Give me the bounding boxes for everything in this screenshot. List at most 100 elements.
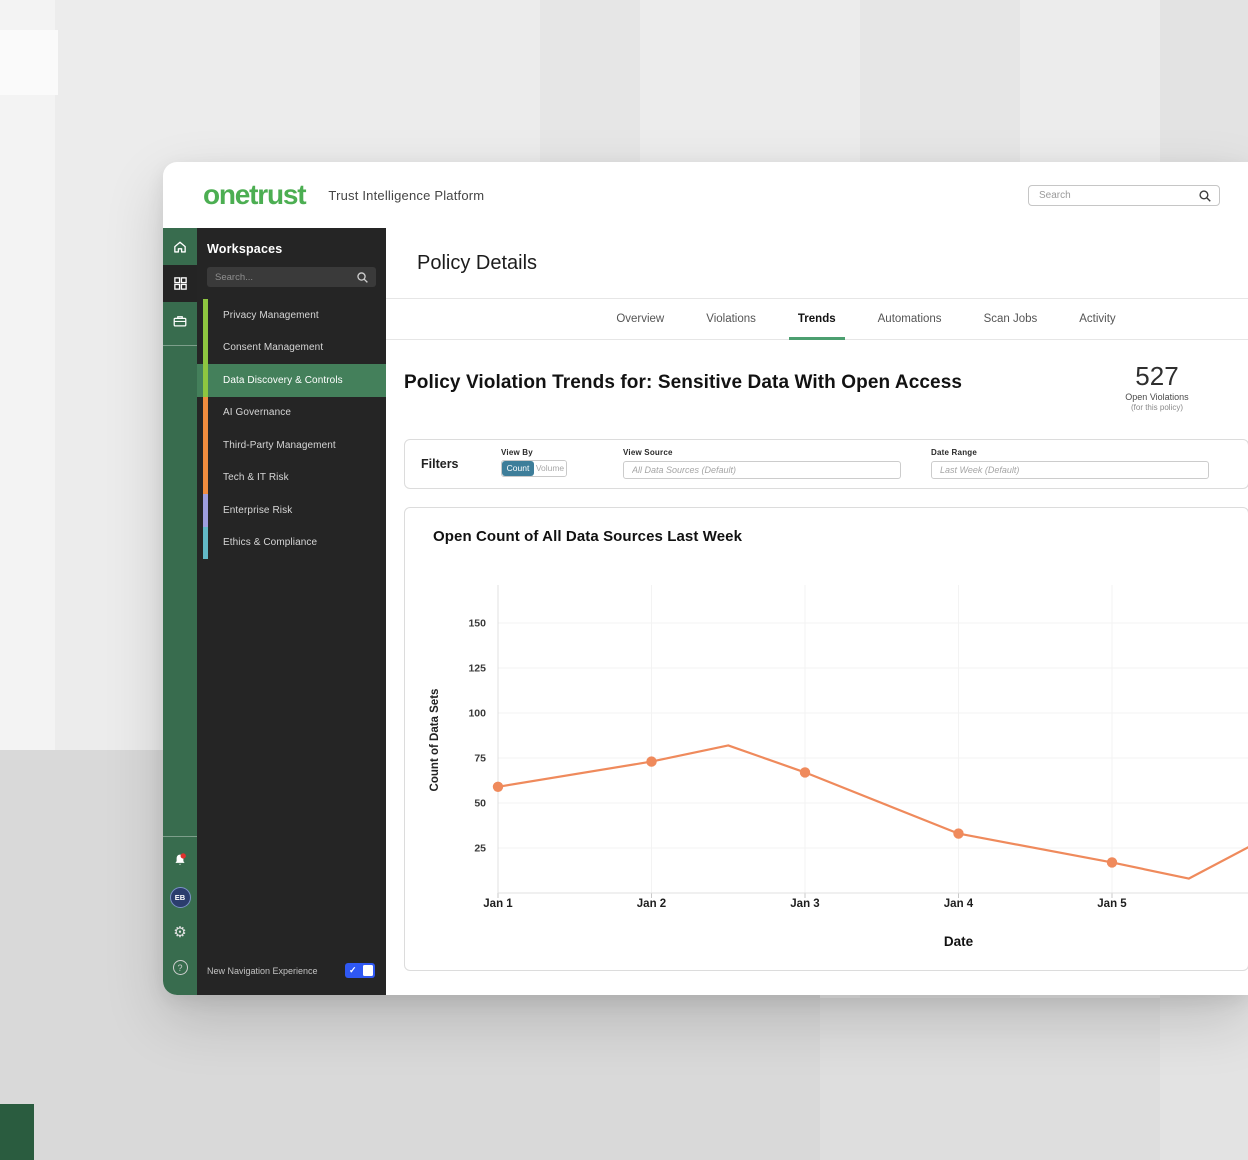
trend-chart-svg: 255075100125150Jan 1Jan 2Jan 3Jan 4Jan 5… — [405, 508, 1248, 970]
sidebar-item-privacy-management[interactable]: Privacy Management — [197, 299, 386, 332]
search-icon — [1198, 189, 1212, 203]
sidebar-item-ethics-compliance[interactable]: Ethics & Compliance — [197, 527, 386, 560]
y-tick-label: 150 — [468, 617, 486, 629]
search-icon — [356, 271, 369, 284]
new-navigation-row: New Navigation Experience ✓ — [207, 963, 375, 978]
background-tile — [0, 30, 58, 95]
workspace-color-bar — [203, 462, 208, 495]
check-icon: ✓ — [349, 966, 363, 975]
filters-bar: Filters View By CountVolume View Source … — [404, 439, 1248, 489]
settings-gear-icon[interactable]: ⚙ — [163, 915, 197, 950]
y-tick-label: 75 — [474, 752, 486, 764]
sidebar-item-ai-governance[interactable]: AI Governance — [197, 397, 386, 430]
y-tick-label: 25 — [474, 842, 486, 854]
help-icon[interactable]: ? — [163, 950, 197, 985]
x-tick-label: Jan 4 — [944, 898, 974, 910]
sidebar-item-third-party-management[interactable]: Third-Party Management — [197, 429, 386, 462]
y-tick-label: 100 — [468, 707, 486, 719]
platform-title: Trust Intelligence Platform — [328, 188, 484, 203]
workspace-color-bar — [203, 494, 208, 527]
workspace-color-bar — [203, 527, 208, 560]
section-header: Policy Violation Trends for: Sensitive D… — [404, 362, 1202, 412]
y-axis-title: Count of Data Sets — [429, 688, 441, 791]
sidebar-item-label: Third-Party Management — [197, 440, 336, 451]
data-point — [800, 767, 810, 777]
view-by-volume-button[interactable]: Volume — [534, 461, 566, 476]
tab-scan-jobs[interactable]: Scan Jobs — [981, 299, 1041, 339]
data-point — [493, 781, 503, 791]
sidebar-item-enterprise-risk[interactable]: Enterprise Risk — [197, 494, 386, 527]
date-range-input[interactable] — [931, 461, 1209, 479]
workspaces-sidebar: Workspaces Privacy Management Consent Man… — [197, 228, 386, 995]
page-title: Policy Details — [417, 252, 1248, 275]
sidebar-item-label: Ethics & Compliance — [197, 537, 317, 548]
rail-bottom-group: EB ⚙ ? — [163, 836, 197, 985]
workspace-color-bar — [203, 364, 208, 397]
stat-sublabel: (for this policy) — [1112, 403, 1202, 412]
sidebar-item-tech-it-risk[interactable]: Tech & IT Risk — [197, 462, 386, 495]
sidebar-item-label: Privacy Management — [197, 310, 319, 321]
tab-violations[interactable]: Violations — [703, 299, 759, 339]
section-title: Policy Violation Trends for: Sensitive D… — [404, 362, 962, 394]
main-content: Policy Details Overview Violations Trends A… — [386, 228, 1248, 995]
global-search[interactable] — [1028, 185, 1220, 206]
view-by-group: View By CountVolume — [501, 448, 567, 477]
x-tick-label: Jan 1 — [483, 898, 513, 910]
tab-overview[interactable]: Overview — [613, 299, 667, 339]
user-avatar[interactable]: EB — [163, 880, 197, 915]
x-tick-label: Jan 3 — [790, 898, 819, 910]
new-navigation-toggle[interactable]: ✓ — [345, 963, 375, 978]
data-point — [953, 828, 963, 838]
background-tile — [820, 998, 1160, 1160]
trend-chart-card: Open Count of All Data Sources Last Week… — [404, 507, 1248, 971]
tab-activity[interactable]: Activity — [1076, 299, 1118, 339]
view-by-toggle: CountVolume — [501, 460, 567, 477]
view-source-label: View Source — [623, 448, 901, 457]
sidebar-item-label: Consent Management — [197, 342, 323, 353]
sidebar-item-data-discovery-controls[interactable]: Data Discovery & Controls — [197, 364, 386, 397]
briefcase-icon[interactable] — [163, 302, 197, 339]
y-tick-label: 125 — [468, 662, 486, 674]
view-source-group: View Source — [623, 448, 901, 479]
sidebar-item-label: AI Governance — [197, 407, 291, 418]
home-icon[interactable] — [163, 228, 197, 265]
tab-trends[interactable]: Trends — [795, 299, 839, 339]
workspace-color-bar — [203, 299, 208, 332]
workspace-color-bar — [203, 332, 208, 365]
x-tick-label: Jan 2 — [637, 898, 666, 910]
view-by-count-button[interactable]: Count — [502, 461, 534, 476]
open-violations-stat: 527 Open Violations (for this policy) — [1112, 362, 1202, 412]
sidebar-item-label: Enterprise Risk — [197, 505, 292, 516]
date-range-group: Date Range — [931, 448, 1209, 479]
toggle-knob — [363, 965, 373, 976]
avatar-initials: EB — [170, 887, 191, 908]
trend-line — [498, 745, 1248, 878]
workspaces-title: Workspaces — [197, 228, 386, 256]
workspace-color-bar — [203, 429, 208, 462]
stat-label: Open Violations — [1112, 392, 1202, 402]
onetrust-logo: onetrust — [203, 179, 305, 211]
data-point — [1107, 857, 1117, 867]
notifications-bell-icon[interactable] — [163, 845, 197, 880]
background-tile — [0, 1104, 34, 1160]
apps-grid-icon[interactable] — [163, 265, 197, 302]
data-point — [646, 756, 656, 766]
stat-value: 527 — [1112, 362, 1202, 391]
workspaces-search[interactable] — [207, 267, 376, 287]
icon-rail: EB ⚙ ? — [163, 228, 197, 995]
view-source-input[interactable] — [623, 461, 901, 479]
tab-bar: Overview Violations Trends Automations Scan … — [613, 299, 1118, 339]
tab-automations[interactable]: Automations — [875, 299, 945, 339]
background-tile — [0, 0, 55, 750]
x-tick-label: Jan 5 — [1097, 898, 1127, 910]
sidebar-item-consent-management[interactable]: Consent Management — [197, 332, 386, 365]
new-navigation-label: New Navigation Experience — [207, 966, 345, 976]
rail-divider — [163, 836, 197, 837]
workspace-color-bar — [203, 397, 208, 430]
workspaces-search-input[interactable] — [215, 272, 356, 283]
filters-title: Filters — [421, 457, 459, 471]
sidebar-item-label: Data Discovery & Controls — [197, 375, 343, 386]
date-range-label: Date Range — [931, 448, 1209, 457]
global-search-input[interactable] — [1039, 190, 1198, 201]
sidebar-item-label: Tech & IT Risk — [197, 472, 289, 483]
